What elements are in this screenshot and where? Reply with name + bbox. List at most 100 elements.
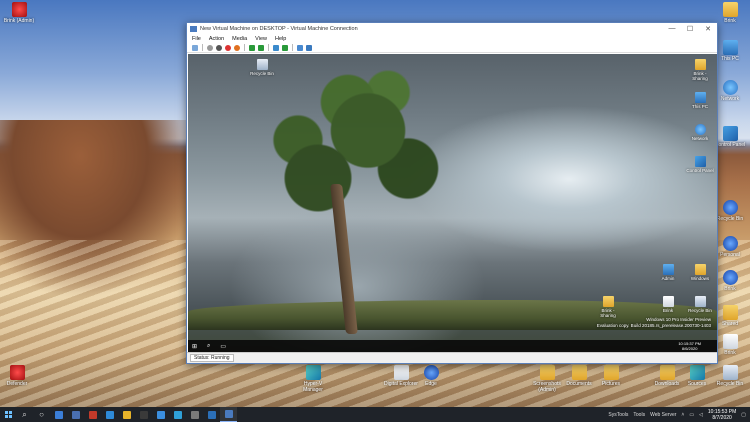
desktop-icon-this-pc[interactable]: This PC — [713, 40, 747, 62]
save-icon[interactable] — [234, 44, 240, 51]
menu-view[interactable]: View — [255, 36, 267, 42]
folder-icon — [659, 365, 675, 380]
vm-connection-icon — [224, 410, 233, 418]
vm-guest-screen[interactable]: Recycle Bin Brink - Sharing This PC Netw… — [188, 54, 717, 352]
taskbar-app-3[interactable] — [84, 407, 101, 422]
taskbar-app-9[interactable] — [186, 407, 203, 422]
taskbar-app-10[interactable] — [203, 407, 220, 422]
vm-titlebar[interactable]: New Virtual Machine on DESKTOP - Virtual… — [187, 23, 717, 34]
guest-search-icon[interactable]: ⌕ — [207, 343, 210, 350]
vm-window-title: New Virtual Machine on DESKTOP - Virtual… — [200, 25, 358, 32]
guest-icon-recycle-bin[interactable]: Recycle Bin — [248, 59, 276, 76]
volume-icon[interactable]: ◁ — [699, 412, 703, 418]
toolbar-separator — [244, 44, 245, 51]
system-tray: SysTools Tools Web Server ˄ ▭ ◁ 10:15:53… — [608, 407, 746, 422]
notification-icon[interactable]: ▢ — [741, 412, 746, 418]
folder-icon — [694, 59, 706, 70]
toolbar-systools[interactable]: SysTools — [608, 412, 628, 418]
desktop-icon-digital[interactable]: Digital Explorer — [384, 365, 418, 387]
revert-icon[interactable] — [282, 44, 288, 51]
windows-logo-icon — [4, 411, 12, 418]
maximize-button[interactable]: ☐ — [681, 25, 699, 33]
desktop-icon-pictures[interactable]: Pictures — [594, 365, 628, 387]
checkpoint-icon[interactable] — [273, 44, 279, 51]
desktop-icon-sources[interactable]: Sources — [680, 365, 714, 387]
menu-media[interactable]: Media — [232, 36, 247, 42]
toolbar-web-server[interactable]: Web Server — [650, 412, 676, 418]
desktop-icon-right-2[interactable]: Personal — [713, 236, 747, 258]
app-icon — [88, 410, 97, 419]
ctrl-alt-del-icon[interactable] — [192, 44, 198, 51]
guest-icon-windows[interactable]: Windows — [686, 264, 714, 281]
desktop-icon-control-panel[interactable]: Control Panel — [713, 126, 747, 148]
start-icon[interactable] — [207, 44, 213, 51]
desktop-icon-documents[interactable]: Documents — [562, 365, 596, 387]
menu-file[interactable]: File — [192, 36, 201, 42]
reset-icon[interactable] — [258, 44, 264, 51]
taskbar-app-5[interactable] — [118, 407, 135, 422]
desktop-icon-recycle-right[interactable]: Recycle Bin — [713, 365, 747, 387]
pause-icon[interactable] — [249, 44, 255, 51]
recycle-bin-icon — [256, 59, 268, 70]
network-tray-icon[interactable]: ▭ — [689, 412, 694, 418]
document-icon — [662, 296, 674, 307]
taskbar-app-4[interactable] — [101, 407, 118, 422]
explorer-icon — [393, 365, 409, 380]
desktop-icon-right-3[interactable]: Brink — [713, 270, 747, 292]
toolbar-separator — [292, 44, 293, 51]
guest-icon-sharing[interactable]: Brink - Sharing — [594, 296, 622, 318]
host-clock[interactable]: 10:15:53 PM 8/7/2020 — [708, 409, 736, 421]
desktop-icon-hyperv[interactable]: Hyper-V Manager — [296, 365, 330, 393]
desktop-icon-edge[interactable]: Edge — [414, 365, 448, 387]
guest-icon-admin[interactable]: Admin — [654, 264, 682, 281]
close-button[interactable]: ✕ — [699, 25, 717, 33]
desktop-icon-right-4[interactable]: Shared — [713, 305, 747, 327]
guest-icon-this-pc[interactable]: This PC — [686, 92, 714, 109]
guest-icon-folder[interactable]: Brink - Sharing — [686, 59, 714, 81]
minimize-button[interactable]: — — [663, 25, 681, 33]
desktop-icon-downloads[interactable]: Downloads — [650, 365, 684, 387]
search-button[interactable]: ⌕ — [16, 407, 33, 422]
cortana-button[interactable]: ○ — [33, 407, 50, 422]
share-icon[interactable] — [306, 44, 312, 51]
app-icon — [722, 200, 738, 215]
tray-chevron-icon[interactable]: ˄ — [681, 412, 684, 418]
start-button[interactable] — [0, 407, 16, 422]
desktop-icon-screenshots[interactable]: Screenshots (Admin) — [530, 365, 564, 393]
folder-icon — [539, 365, 555, 380]
toolbar-tools[interactable]: Tools — [633, 412, 645, 418]
menu-help[interactable]: Help — [275, 36, 286, 42]
guest-task-view-icon[interactable]: ▭ — [220, 343, 226, 350]
terminal-icon — [139, 410, 148, 419]
guest-icon-user[interactable]: Brink — [654, 296, 682, 313]
app-icon — [105, 410, 114, 419]
taskbar-app-hyperv[interactable] — [220, 407, 237, 422]
desktop-icon-defender[interactable]: Defender — [0, 365, 34, 387]
guest-start-icon[interactable]: ⊞ — [192, 343, 197, 350]
recycle-bin-icon — [722, 365, 738, 380]
turn-off-icon[interactable] — [216, 44, 222, 51]
menu-action[interactable]: Action — [209, 36, 224, 42]
enhanced-session-icon[interactable] — [297, 44, 303, 51]
guest-wallpaper-tree-canopy — [258, 64, 458, 254]
desktop-icon-right-1[interactable]: Recycle Bin — [713, 200, 747, 222]
desktop-icon-network[interactable]: Network — [713, 80, 747, 102]
file-explorer-icon — [122, 410, 131, 419]
app-icon — [54, 410, 63, 419]
desktop-icon-right-5[interactable]: Brink — [713, 334, 747, 356]
desktop-icon-admin[interactable]: Brink (Admin) — [2, 2, 36, 24]
taskbar-app-8[interactable] — [169, 407, 186, 422]
taskbar-app-7[interactable] — [152, 407, 169, 422]
taskbar-app-6[interactable] — [135, 407, 152, 422]
guest-clock[interactable]: 10:15:37 PM 8/6/2020 — [678, 341, 701, 351]
taskbar-app-2[interactable] — [67, 407, 84, 422]
shut-down-icon[interactable] — [225, 44, 231, 51]
guest-icon-control-panel[interactable]: Control Panel — [686, 156, 714, 173]
app-icon — [722, 270, 738, 285]
guest-icon-recycle-bin-2[interactable]: Recycle Bin — [686, 296, 714, 313]
taskbar-app-1[interactable] — [50, 407, 67, 422]
guest-icon-network[interactable]: Network — [686, 124, 714, 141]
vm-app-icon — [190, 25, 197, 32]
edge-icon — [423, 365, 439, 380]
desktop-icon-brink-folder[interactable]: Brink — [713, 2, 747, 24]
